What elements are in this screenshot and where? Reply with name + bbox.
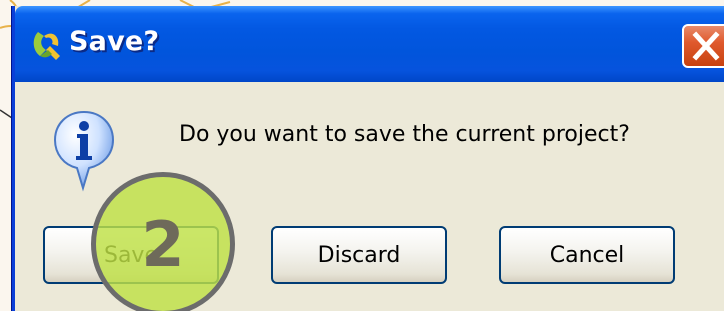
close-button[interactable]: [682, 24, 724, 68]
screen: Save? Do you want to save the current pr…: [0, 0, 724, 311]
cancel-button[interactable]: Cancel: [499, 226, 675, 284]
discard-button[interactable]: Discard: [271, 226, 447, 284]
info-icon: [53, 110, 115, 192]
title-bar[interactable]: Save?: [15, 6, 724, 82]
qgis-logo-icon: [33, 32, 60, 60]
step-number-badge: 2: [91, 172, 235, 311]
dialog-title: Save?: [69, 26, 160, 57]
dialog-message: Do you want to save the current project?: [179, 122, 630, 147]
close-icon: [692, 31, 720, 61]
